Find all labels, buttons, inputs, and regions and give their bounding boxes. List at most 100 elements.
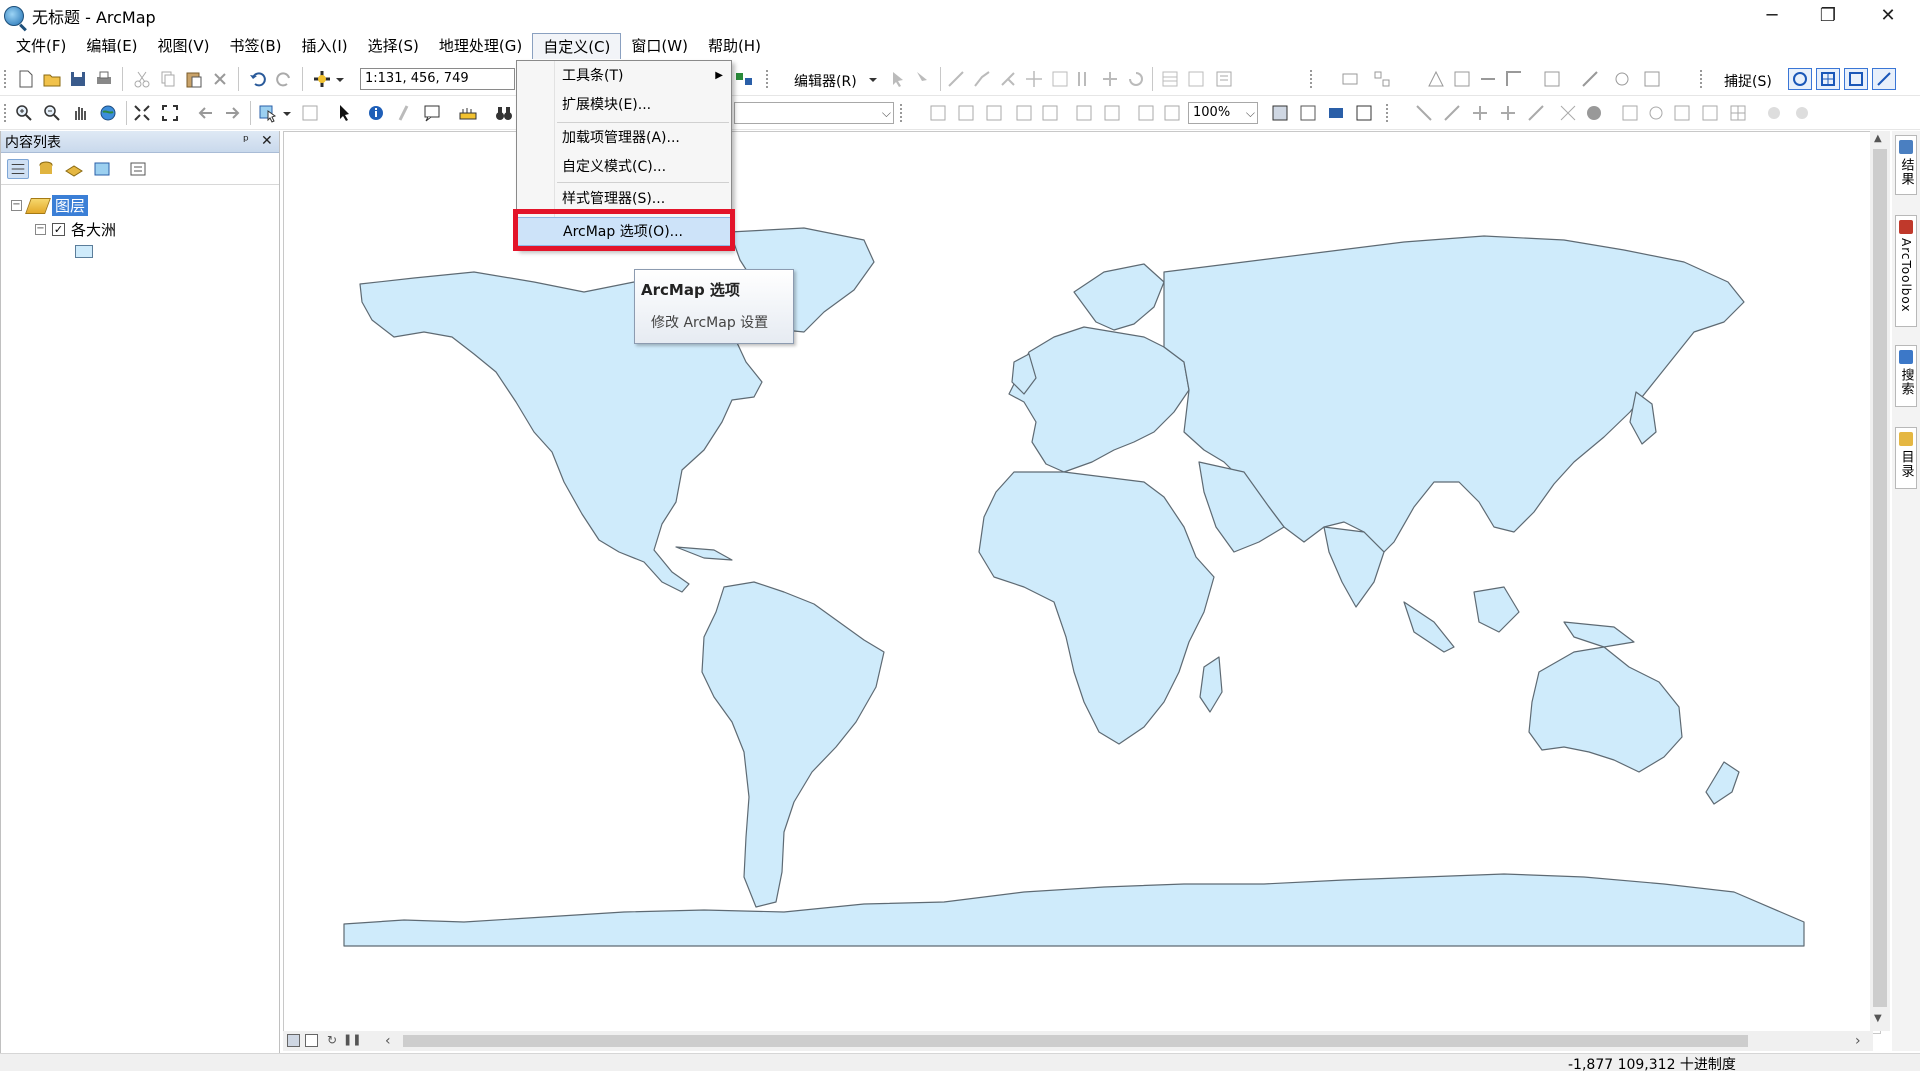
brightness-icon[interactable] — [1700, 103, 1720, 123]
html-popup-icon[interactable] — [422, 103, 442, 123]
scroll-left-icon[interactable]: ‹ — [385, 1033, 391, 1049]
swipe-icon[interactable] — [1584, 103, 1604, 123]
point-snap-button[interactable] — [1788, 68, 1812, 90]
back-extent-icon[interactable] — [196, 103, 216, 123]
midpoint-icon[interactable] — [1024, 69, 1044, 89]
undo-icon[interactable] — [248, 69, 268, 89]
forward-extent-icon[interactable] — [222, 103, 242, 123]
minimize-button[interactable]: ─ — [1744, 0, 1800, 30]
list-by-drawing-order-icon[interactable] — [7, 159, 29, 179]
create-features-icon[interactable] — [1214, 69, 1234, 89]
topology-icon[interactable] — [1340, 69, 1360, 89]
layout-zoom-out-icon[interactable] — [956, 103, 976, 123]
vertical-scrollbar[interactable]: ▲ ▼ — [1870, 131, 1890, 1031]
select-features-icon[interactable] — [258, 103, 278, 123]
georef-rotate-icon[interactable] — [1442, 103, 1462, 123]
full-extent-icon[interactable] — [98, 103, 118, 123]
zoom-100-icon[interactable] — [1040, 103, 1060, 123]
versioning-icon[interactable] — [1542, 69, 1562, 89]
print-icon[interactable] — [94, 69, 114, 89]
menu-bookmarks[interactable]: 书签(B) — [220, 33, 292, 59]
paste-icon[interactable] — [184, 69, 204, 89]
toc-options-icon[interactable] — [127, 159, 149, 179]
georef-fit-icon[interactable] — [1414, 103, 1434, 123]
dock-tab-results[interactable]: 结果 — [1895, 135, 1917, 195]
hyperlink-icon[interactable] — [394, 103, 414, 123]
save-icon[interactable] — [68, 69, 88, 89]
data-driven-pages-icon[interactable] — [1354, 103, 1374, 123]
cut-icon[interactable] — [132, 69, 152, 89]
data-view-button[interactable] — [287, 1034, 300, 1047]
vertex-snap-button[interactable] — [1844, 68, 1868, 90]
toc-close-icon[interactable]: ✕ — [261, 133, 273, 149]
vertical-scroll-thumb[interactable] — [1873, 149, 1887, 1007]
menu-view[interactable]: 视图(V) — [148, 33, 220, 59]
zoom-percent-combobox[interactable]: 100% ⌵ — [1188, 102, 1258, 124]
layout-view-button[interactable] — [305, 1034, 318, 1047]
add-data-dropdown-icon[interactable] — [334, 69, 346, 89]
edit-annotation-icon[interactable] — [912, 69, 932, 89]
editor-dropdown-icon[interactable] — [868, 69, 878, 89]
menu-file[interactable]: 文件(F) — [6, 33, 76, 59]
horizontal-scroll-thumb[interactable] — [403, 1035, 1748, 1047]
fixed-zoom-out-icon[interactable] — [160, 103, 180, 123]
go-forward-layout-icon[interactable] — [1162, 103, 1182, 123]
dock-tab-arctoolbox[interactable]: ArcToolbox — [1895, 215, 1917, 327]
adjust-transparency-icon[interactable] — [1646, 103, 1666, 123]
toolbar-grip[interactable] — [4, 70, 8, 88]
edit-tool-icon[interactable] — [888, 69, 908, 89]
georef-link-icon[interactable] — [1526, 103, 1546, 123]
redo-icon[interactable] — [274, 69, 294, 89]
geodatabase-history-icon[interactable] — [1580, 69, 1600, 89]
select-elements-icon[interactable] — [334, 103, 354, 123]
open-folder-icon[interactable] — [42, 69, 62, 89]
snapping-menu[interactable]: 捕捉(S) — [1724, 71, 1772, 91]
list-by-selection-icon[interactable] — [91, 159, 113, 179]
collapse-icon[interactable]: − — [11, 200, 22, 211]
fixed-zoom-out-layout-icon[interactable] — [1102, 103, 1122, 123]
identify-icon[interactable] — [366, 103, 386, 123]
focus-data-frame-icon[interactable] — [1298, 103, 1318, 123]
measure-icon[interactable] — [458, 103, 478, 123]
georeference-icon[interactable] — [1372, 69, 1392, 89]
go-back-layout-icon[interactable] — [1136, 103, 1156, 123]
reshape-icon[interactable] — [1050, 69, 1070, 89]
fixed-zoom-in-layout-icon[interactable] — [1074, 103, 1094, 123]
editor-menu[interactable]: 编辑器(R) — [794, 71, 857, 91]
editor-tool-icon[interactable] — [734, 69, 754, 89]
toggle-draft-mode-icon[interactable] — [1270, 103, 1290, 123]
straight-segment-icon[interactable] — [946, 69, 966, 89]
map-scale-input[interactable]: 1:131, 456, 749 — [360, 68, 515, 90]
restore-button[interactable]: ❐ — [1800, 0, 1856, 30]
dock-tab-search[interactable]: 搜索 — [1895, 345, 1917, 407]
scroll-up-icon[interactable]: ▲ — [1874, 133, 1882, 144]
list-by-visibility-icon[interactable] — [63, 159, 85, 179]
replica-icon[interactable] — [1642, 69, 1662, 89]
cloud-icon[interactable] — [1764, 103, 1784, 123]
menu-help[interactable]: 帮助(H) — [698, 33, 771, 59]
menu-item-toolbars[interactable]: 工具条(T) ▶ — [517, 62, 731, 90]
zoom-out-icon[interactable] — [42, 103, 62, 123]
georef-scale-icon[interactable] — [1498, 103, 1518, 123]
split-icon[interactable] — [1076, 69, 1096, 89]
cut-polygon-icon[interactable] — [1100, 69, 1120, 89]
list-by-source-icon[interactable] — [35, 159, 57, 179]
menu-item-addin-manager[interactable]: 加载项管理器(A)... — [517, 124, 731, 152]
new-document-icon[interactable] — [16, 69, 36, 89]
menu-geoprocessing[interactable]: 地理处理(G) — [429, 33, 532, 59]
edge-snap-button[interactable] — [1872, 68, 1896, 90]
world-map[interactable] — [284, 132, 1882, 1035]
polygon-symbol-swatch[interactable] — [75, 245, 93, 258]
tree-root-layers[interactable]: − 图层 — [11, 195, 89, 216]
pause-drawing-icon[interactable]: ❚❚ — [343, 1033, 361, 1046]
menu-selection[interactable]: 选择(S) — [358, 33, 429, 59]
point-icon[interactable] — [998, 69, 1018, 89]
effects-icon[interactable] — [1558, 103, 1578, 123]
menu-windows[interactable]: 窗口(W) — [621, 33, 698, 59]
map-display[interactable] — [283, 131, 1881, 1034]
zoom-whole-page-icon[interactable] — [1014, 103, 1034, 123]
layer-combobox[interactable]: ⌵ — [734, 102, 894, 124]
trace-icon[interactable] — [972, 69, 992, 89]
attributes-icon[interactable] — [1160, 69, 1180, 89]
menu-insert[interactable]: 插入(I) — [292, 33, 358, 59]
